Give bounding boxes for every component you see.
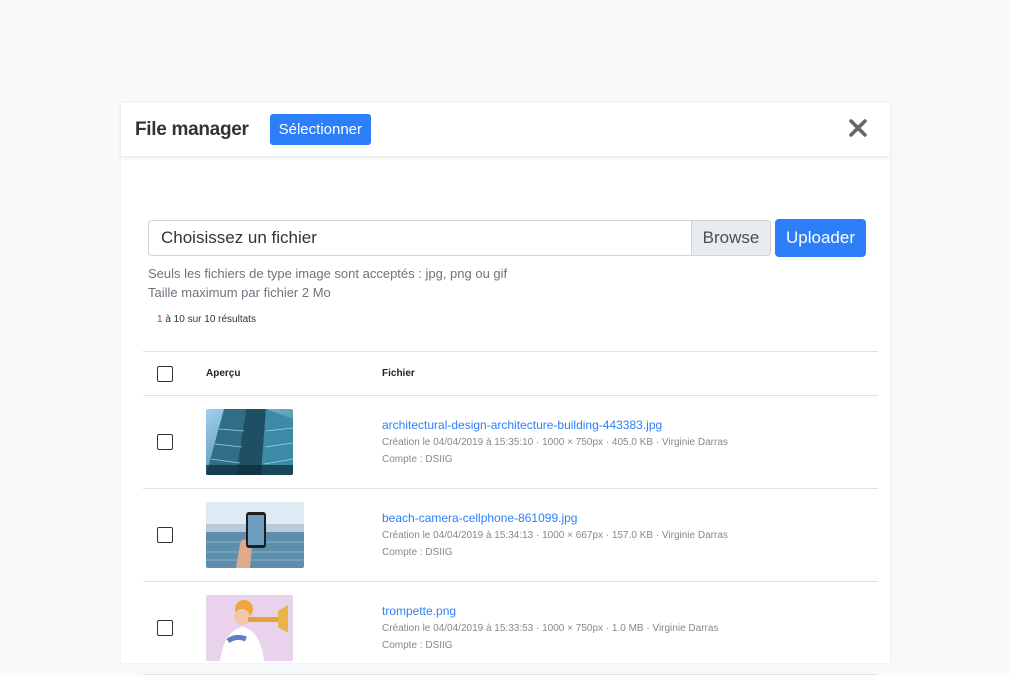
file-account: Compte : DSIIG [382,546,453,558]
file-meta: Création le 04/04/2019 à 15:34:13 · 1000… [382,530,728,541]
file-meta: Création le 04/04/2019 à 15:35:10 · 1000… [382,437,728,448]
file-name-link[interactable]: beach-camera-cellphone-861099.jpg [382,511,728,525]
file-info: architectural-design-architecture-buildi… [382,418,728,468]
table-row: beach-camera-cellphone-861099.jpg Créati… [143,489,878,582]
select-button[interactable]: Sélectionner [269,114,372,145]
modal-header: File manager Sélectionner [121,103,890,157]
file-input[interactable]: Choisissez un fichier [148,220,692,256]
table-row: architectural-design-architecture-buildi… [143,396,878,489]
column-header-file: Fichier [382,368,415,379]
row-checkbox[interactable] [157,434,173,450]
modal-title: File manager [135,118,249,140]
thumbnail-trumpet[interactable] [206,595,293,661]
help-file-types: Seuls les fichiers de type image sont ac… [148,266,508,281]
file-account: Compte : DSIIG [382,453,453,465]
file-name-link[interactable]: trompette.png [382,604,718,618]
thumbnail-building[interactable] [206,409,293,475]
file-name-link[interactable]: architectural-design-architecture-buildi… [382,418,728,432]
file-info: beach-camera-cellphone-861099.jpg Créati… [382,511,728,561]
file-meta: Création le 04/04/2019 à 15:33:53 · 1000… [382,623,719,634]
upload-row: Choisissez un fichier Browse Uploader [148,219,866,257]
browse-button[interactable]: Browse [692,220,771,256]
row-checkbox[interactable] [157,620,173,636]
row-checkbox[interactable] [157,527,173,543]
help-max-size: Taille maximum par fichier 2 Mo [148,285,331,300]
table-row: trompette.png Création le 04/04/2019 à 1… [143,582,878,675]
table-header: Aperçu Fichier [143,351,878,396]
thumbnail-beach-phone[interactable] [206,502,304,568]
upload-help: Seuls les fichiers de type image sont ac… [148,264,507,302]
results-text: à 10 sur 10 résultats [162,314,256,325]
close-icon[interactable] [846,116,870,140]
results-count: 1 à 10 sur 10 résultats [157,314,256,325]
file-manager-modal: File manager Sélectionner Choisissez un … [121,103,890,675]
file-info: trompette.png Création le 04/04/2019 à 1… [382,604,718,654]
file-table: Aperçu Fichier architectural-design-arch… [143,351,878,675]
select-all-checkbox[interactable] [157,365,173,382]
upload-button[interactable]: Uploader [775,219,866,257]
column-header-preview: Aperçu [206,368,241,379]
file-account: Compte : DSIIG [382,639,453,651]
